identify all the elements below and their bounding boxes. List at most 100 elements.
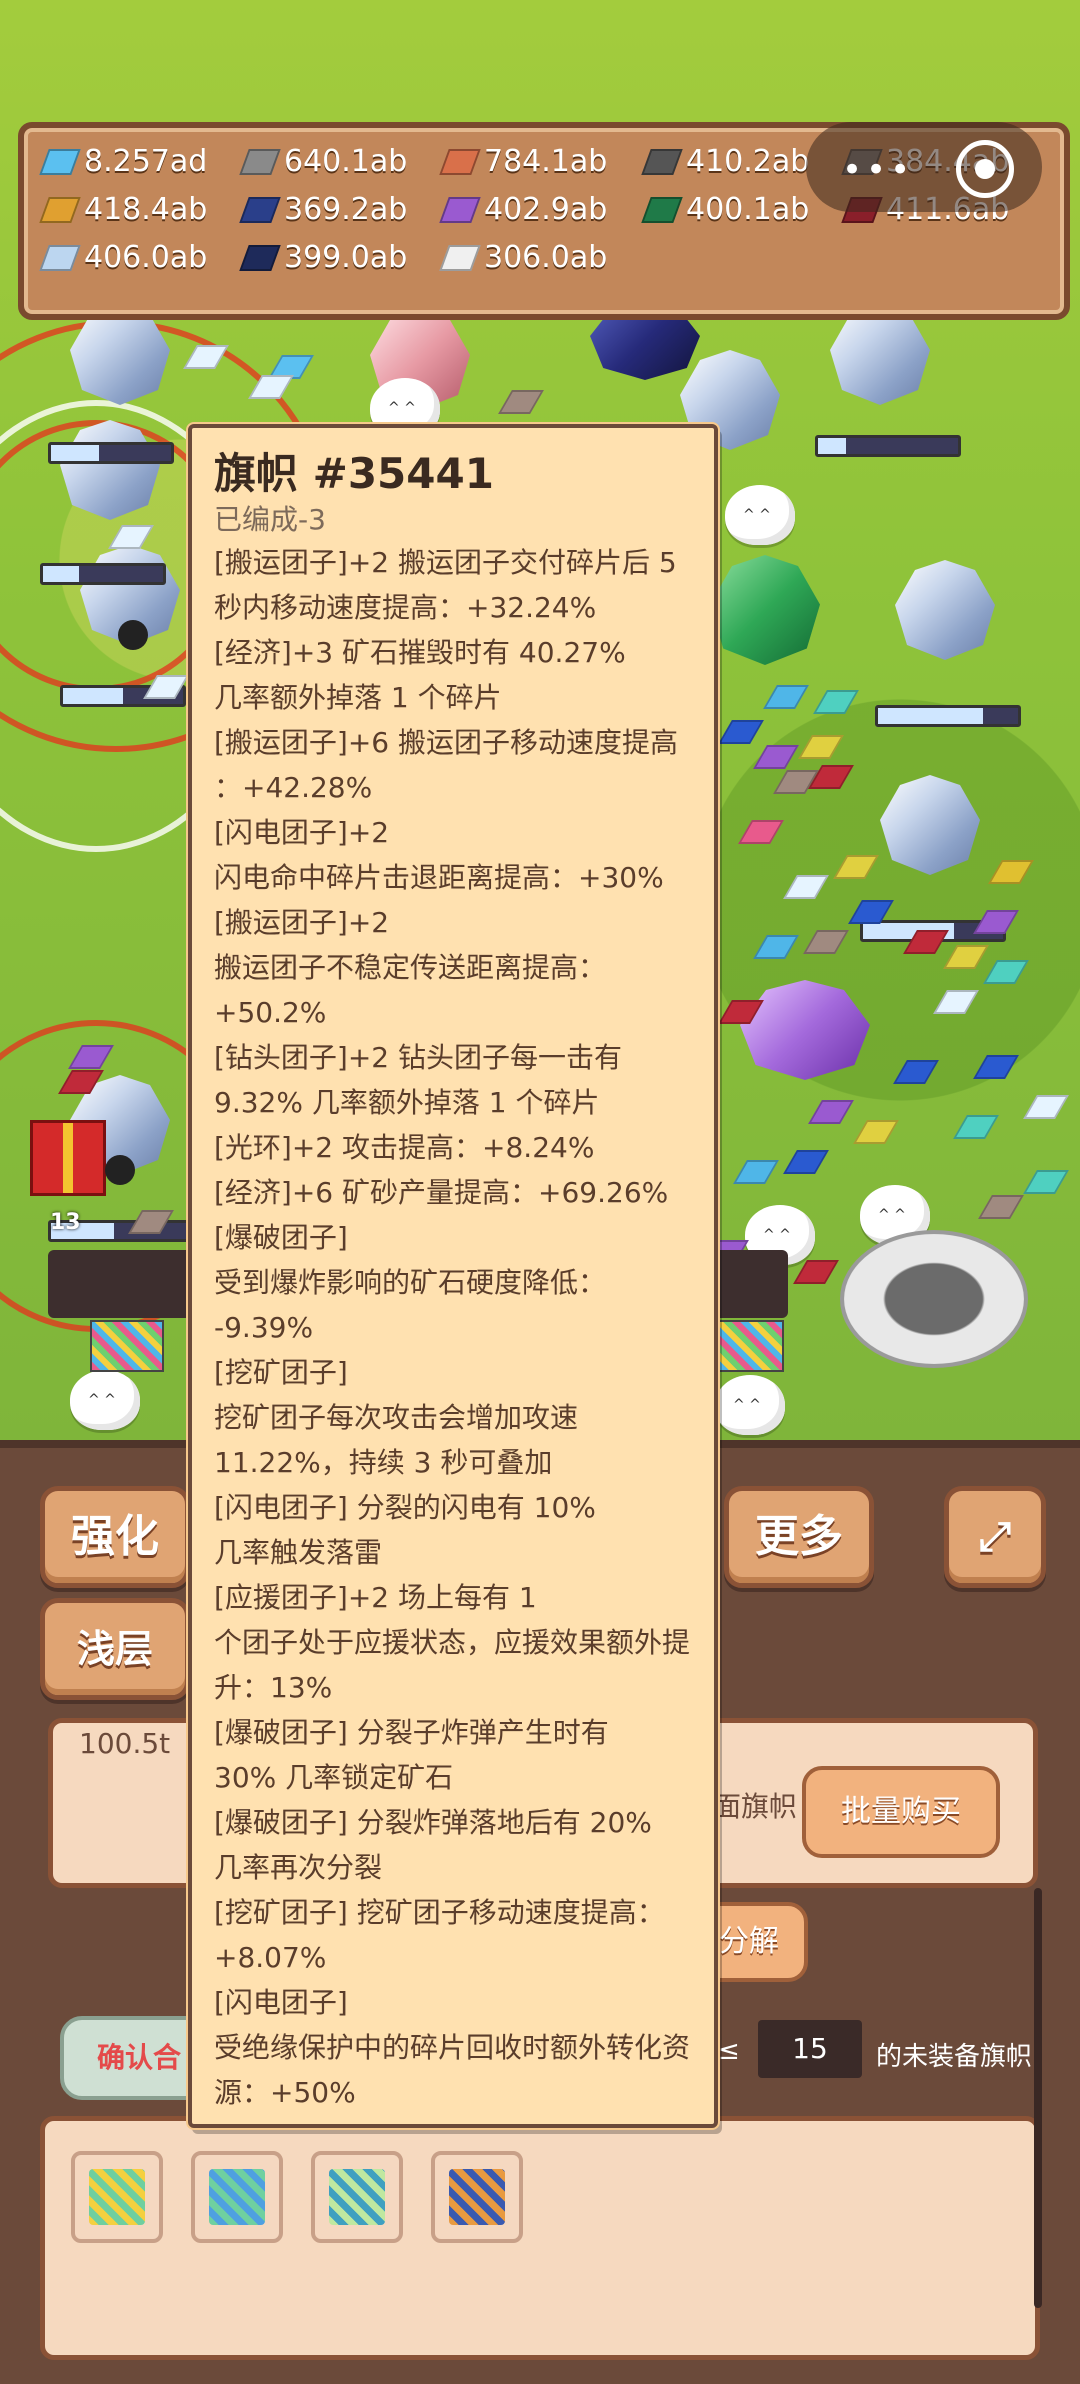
ore-shard[interactable] — [733, 1160, 779, 1184]
inventory-scrollbar[interactable] — [1034, 1888, 1042, 2308]
resource-amount: 369.2ab — [284, 192, 408, 227]
flag-slot[interactable] — [431, 2151, 523, 2243]
resource-amount: 406.0ab — [84, 240, 208, 275]
ore-gem-icon — [641, 196, 683, 223]
ore-shard[interactable] — [893, 1060, 939, 1084]
emerald-ore[interactable] — [710, 555, 820, 665]
ore-shard[interactable] — [718, 720, 764, 744]
ore-shard[interactable] — [808, 1100, 854, 1124]
tooltip-stat-line: -9.39% — [214, 1311, 314, 1344]
tooltip-stat-line: 11.22%，持续 3 秒可叠加 — [214, 1446, 553, 1479]
dumpling-unit[interactable] — [725, 485, 795, 545]
resource-item: 306.0ab — [439, 240, 608, 275]
ore-shard[interactable] — [833, 855, 879, 879]
expand-icon: ⤢ — [979, 1514, 1011, 1560]
ore-shard[interactable] — [973, 1055, 1019, 1079]
flag-slot[interactable] — [71, 2151, 163, 2243]
ore-gem-icon — [641, 148, 683, 175]
close-target-icon[interactable] — [956, 140, 1014, 198]
ore-gem-icon — [39, 196, 81, 223]
leq-symbol: ≤ — [718, 2036, 740, 2066]
crystal-ore[interactable] — [70, 305, 170, 405]
bomb-icon — [118, 620, 148, 650]
ore-health-bar — [48, 442, 174, 464]
flag-label: 面旗帜 — [713, 1790, 798, 1823]
ore-shard[interactable] — [943, 945, 989, 969]
flag-inventory — [40, 2116, 1040, 2360]
mini-program-capsule[interactable]: ••• — [806, 122, 1042, 212]
resource-amount: 306.0ab — [484, 240, 608, 275]
tooltip-stat-line: 受到爆炸影响的矿石硬度降低： — [214, 1266, 607, 1299]
fullscreen-button[interactable]: ⤢ — [944, 1486, 1046, 1588]
ore-gem-icon — [439, 244, 481, 271]
flag-detail-tooltip: 旗帜 #35441 已编成-3 [搬运团子]+2 搬运团子交付碎片后 5 秒内移动… — [188, 424, 718, 2128]
tooltip-stat-line: [经济]+6 矿砂产量提高：+69.26% — [214, 1176, 669, 1209]
wave-flag-icon — [329, 2169, 385, 2225]
ore-shard[interactable] — [753, 745, 799, 769]
tooltip-stat-line: [闪电团子] 分裂的闪电有 10% — [214, 1491, 596, 1524]
ore-shard[interactable] — [973, 910, 1019, 934]
resource-item: 400.1ab — [641, 192, 809, 227]
amethyst-ore[interactable] — [740, 980, 870, 1080]
ore-shard[interactable] — [793, 1260, 839, 1284]
resource-amount: 8.257ad — [84, 144, 208, 179]
ore-shard[interactable] — [803, 930, 849, 954]
dumpling-unit[interactable] — [70, 1370, 140, 1430]
resource-item: 784.1ab — [439, 144, 608, 179]
ore-gem-icon — [239, 196, 281, 223]
flag-slot[interactable] — [311, 2151, 403, 2243]
more-options-icon[interactable]: ••• — [842, 150, 914, 190]
tooltip-stat-line: 个团子处于应援状态，应援效果额外提 — [214, 1626, 691, 1659]
ore-shard[interactable] — [983, 960, 1029, 984]
ore-shard[interactable] — [813, 690, 859, 714]
ore-shard[interactable] — [1023, 1095, 1069, 1119]
ore-shard[interactable] — [783, 1150, 829, 1174]
crystal-ore[interactable] — [830, 305, 930, 405]
tooltip-stat-line: 9.32% 几率额外掉落 1 个碎片 — [214, 1086, 600, 1119]
tooltip-subtitle: 已编成-3 — [214, 503, 326, 536]
dumpling-unit[interactable] — [715, 1375, 785, 1435]
flag-slot[interactable] — [191, 2151, 283, 2243]
ore-shard[interactable] — [808, 765, 854, 789]
more-button[interactable]: 更多 — [724, 1486, 874, 1588]
shallow-layer-button[interactable]: 浅层 — [40, 1598, 190, 1700]
striped-flag-icon — [209, 2169, 265, 2225]
ore-shard[interactable] — [988, 860, 1034, 884]
resource-amount: 784.1ab — [484, 144, 608, 179]
ore-shard[interactable] — [978, 1195, 1024, 1219]
ore-gem-icon — [439, 148, 481, 175]
ore-shard[interactable] — [933, 990, 979, 1014]
strengthen-button[interactable]: 强化 — [40, 1486, 190, 1588]
ore-gem-icon — [439, 196, 481, 223]
tooltip-stat-line: [搬运团子]+6 搬运团子移动速度提高 — [214, 726, 679, 759]
tooltip-stat-line: [爆破团子] 分裂子炸弹产生时有 — [214, 1716, 609, 1749]
crystal-ore[interactable] — [880, 775, 980, 875]
ore-shard[interactable] — [498, 390, 544, 414]
ore-shard[interactable] — [783, 875, 829, 899]
ore-shard[interactable] — [738, 820, 784, 844]
tooltip-stat-line: 源：+50% — [214, 2076, 356, 2109]
tooltip-stat-line: 挖矿团子每次攻击会增加攻速 — [214, 1401, 579, 1434]
ore-health-bar — [40, 563, 166, 585]
tooltip-stat-line: [钻头团子]+2 钻头团子每一击有 — [214, 1041, 623, 1074]
resource-item: 369.2ab — [239, 192, 408, 227]
quality-threshold-input[interactable]: 15 — [758, 2020, 862, 2078]
gift-box[interactable] — [30, 1120, 106, 1196]
tooltip-stat-line: [应援团子]+2 场上每有 1 — [214, 1581, 537, 1614]
tooltip-stat-line: [搬运团子]+2 — [214, 906, 390, 939]
ore-shard[interactable] — [853, 1120, 899, 1144]
crystal-ore[interactable] — [895, 560, 995, 660]
resource-item: 640.1ab — [239, 144, 407, 179]
ore-shard[interactable] — [763, 685, 809, 709]
ore-gem-icon — [39, 244, 81, 271]
ore-shard[interactable] — [1023, 1170, 1069, 1194]
tooltip-stat-line: 受绝缘保护中的碎片回收时额外转化资 — [214, 2031, 691, 2064]
tooltip-stat-line: [搬运团子]+2 搬运团子交付碎片后 5 — [214, 546, 677, 579]
ore-shard[interactable] — [953, 1115, 999, 1139]
ore-shard[interactable] — [753, 935, 799, 959]
resource-amount: 410.2ab — [686, 144, 810, 179]
tooltip-stat-line: [闪电团子] — [214, 1986, 348, 2019]
stone-well[interactable] — [840, 1230, 1028, 1368]
ore-shard[interactable] — [798, 735, 844, 759]
batch-buy-button[interactable]: 批量购买 — [802, 1766, 1000, 1858]
